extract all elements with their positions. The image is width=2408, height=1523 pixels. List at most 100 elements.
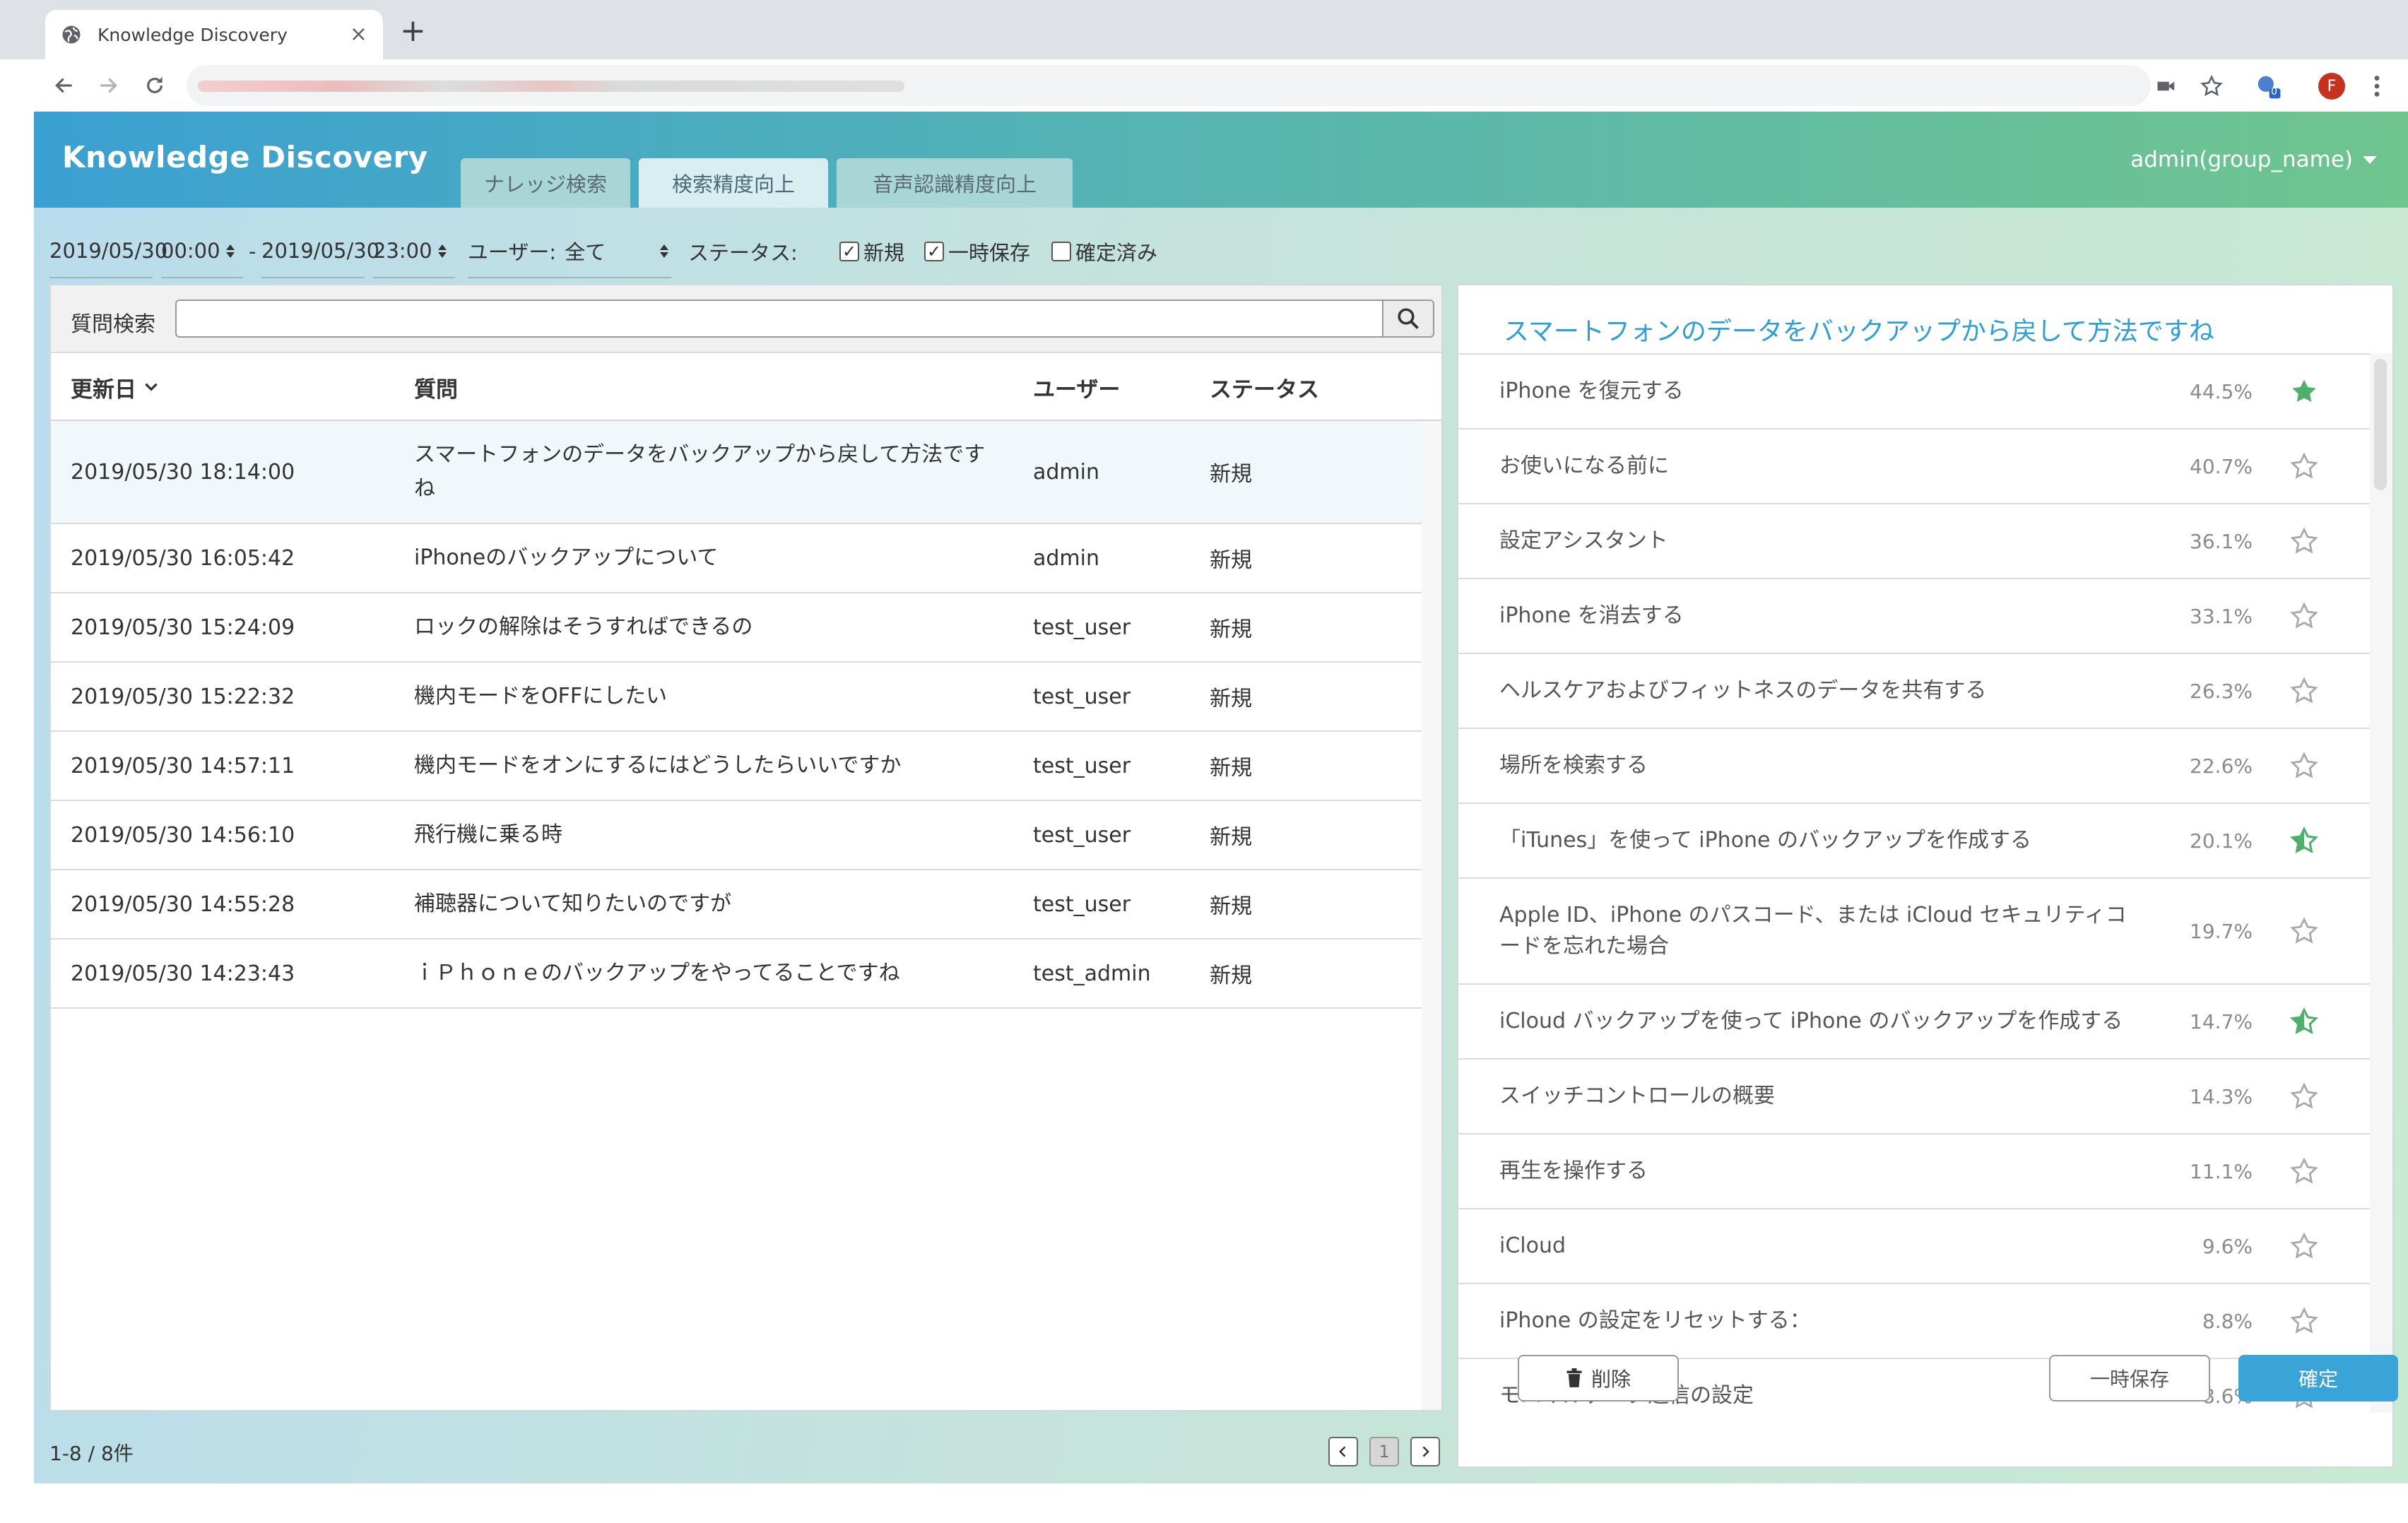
result-item[interactable]: お使いになる前に 40.7% [1458, 429, 2370, 504]
status-temp-checkbox[interactable]: ✓ 一時保存 [924, 225, 1030, 278]
table-row[interactable]: 2019/05/30 15:22:32 機内モードをOFFにしたい test_u… [51, 663, 1422, 732]
result-item[interactable]: 場所を検索する 22.6% [1458, 729, 2370, 804]
address-bar[interactable] [187, 65, 2151, 106]
row-user: test_user [1033, 891, 1131, 917]
chevron-left-icon [1339, 1446, 1346, 1457]
user-menu[interactable]: admin(group_name) [2130, 147, 2377, 172]
star-outline-icon[interactable] [2289, 729, 2319, 802]
end-time-field[interactable]: 23:00 [373, 225, 455, 278]
menu-dots-icon[interactable] [2363, 72, 2391, 100]
confirm-button[interactable]: 確定 [2238, 1355, 2398, 1401]
table-row[interactable]: 2019/05/30 14:23:43 ｉＰｈｏｎｅのバックアップをやってること… [51, 940, 1422, 1009]
result-item[interactable]: iPhone を復元する 44.5% [1458, 355, 2370, 429]
app-root: Knowledge Discovery ナレッジ検索 検索精度向上 音声認識精度… [34, 112, 2408, 1483]
extension-icon[interactable]: 0 [2254, 72, 2282, 100]
status-label: ステータス: [688, 241, 798, 265]
user-select[interactable]: ユーザー: 全て [468, 225, 671, 278]
search-button[interactable] [1382, 300, 1434, 338]
start-date-field[interactable]: 2019/05/30 [49, 225, 167, 278]
status-new-checkbox[interactable]: ✓ 新規 [839, 225, 904, 278]
close-tab-icon[interactable]: × [350, 24, 367, 45]
page-number-button[interactable]: 1 [1369, 1437, 1399, 1466]
result-item[interactable]: スイッチコントロールの概要 14.3% [1458, 1060, 2370, 1134]
table-row[interactable]: 2019/05/30 18:14:00 スマートフォンのデータをバックアップから… [51, 421, 1422, 524]
profile-button[interactable]: F [2318, 72, 2346, 100]
start-time-spinner-icon[interactable] [225, 244, 235, 258]
result-scrollbar-thumb[interactable] [2374, 359, 2387, 490]
new-tab-button[interactable]: + [400, 16, 426, 47]
checkbox-temp[interactable]: ✓ [924, 242, 944, 261]
star-half-icon[interactable] [2289, 804, 2319, 877]
star-outline-icon[interactable] [2289, 429, 2319, 503]
result-item[interactable]: 再生を操作する 11.1% [1458, 1134, 2370, 1209]
delete-button[interactable]: 削除 [1518, 1355, 1679, 1401]
result-label: 「iTunes」を使って iPhone のバックアップを作成する [1499, 828, 2032, 853]
star-outline-icon[interactable] [2289, 1209, 2319, 1283]
result-item[interactable]: 設定アシスタント 36.1% [1458, 504, 2370, 579]
result-item[interactable]: iPhone を消去する 33.1% [1458, 579, 2370, 654]
column-date[interactable]: 更新日 [71, 353, 160, 421]
star-filled-icon[interactable] [2289, 355, 2319, 428]
result-item[interactable]: ヘルスケアおよびフィットネスのデータを共有する 26.3% [1458, 654, 2370, 729]
result-item[interactable]: iCloud バックアップを使って iPhone のバックアップを作成する 14.… [1458, 985, 2370, 1060]
table-row[interactable]: 2019/05/30 14:57:11 機内モードをオンにするにはどうしたらいい… [51, 732, 1422, 801]
next-page-button[interactable] [1410, 1437, 1440, 1466]
start-time-field[interactable]: 00:00 [161, 225, 243, 278]
row-date: 2019/05/30 14:55:28 [71, 891, 295, 917]
result-label: ヘルスケアおよびフィットネスのデータを共有する [1499, 678, 1987, 703]
pager-count: 1-8 / 8件 [49, 1442, 134, 1465]
tab-voice-recognition[interactable]: 音声認識精度向上 [837, 158, 1073, 208]
result-item[interactable]: 「iTunes」を使って iPhone のバックアップを作成する 20.1% [1458, 804, 2370, 879]
forward-arrow-icon[interactable] [93, 71, 123, 100]
reload-icon[interactable] [140, 71, 170, 100]
star-outline-icon[interactable] [2289, 1060, 2319, 1133]
row-status: 新規 [1210, 756, 1252, 781]
table-row[interactable]: 2019/05/30 15:24:09 ロックの解除はそうすればできるの tes… [51, 593, 1422, 663]
star-outline-icon[interactable] [2289, 1284, 2319, 1358]
question-panel: 質問検索 更新日 質問 ユーザー ステータス 2019/05/30 18:14:… [49, 284, 1443, 1411]
result-item[interactable]: iPhone の設定をリセットする： 8.8% [1458, 1284, 2370, 1359]
star-outline-icon[interactable] [2289, 654, 2319, 728]
result-label: iPhone を消去する [1499, 603, 1684, 628]
star-outline-icon[interactable] [2289, 504, 2319, 578]
back-arrow-icon[interactable] [49, 71, 79, 100]
result-label: スイッチコントロールの概要 [1499, 1084, 1775, 1108]
result-score: 26.3% [2190, 679, 2253, 703]
end-date-field[interactable]: 2019/05/30 [261, 225, 379, 278]
question-scrollbar[interactable] [1422, 421, 1441, 1410]
result-label: iPhone の設定をリセットする： [1499, 1308, 1811, 1333]
camera-icon[interactable] [2152, 72, 2180, 100]
question-search-input[interactable] [175, 300, 1383, 338]
star-half-icon[interactable] [2289, 985, 2319, 1058]
question-search-row: 質問検索 [51, 285, 1441, 353]
checkbox-done[interactable] [1051, 242, 1071, 261]
column-question: 質問 [414, 377, 458, 403]
caret-down-icon [2363, 155, 2377, 164]
result-label: 設定アシスタント [1499, 528, 1668, 553]
result-list: iPhone を復元する 44.5% お使いになる前に 40.7% 設定アシスタント 36… [1458, 353, 2370, 1413]
status-done-checkbox[interactable]: 確定済み [1051, 225, 1157, 278]
star-outline-icon[interactable] [2289, 1134, 2319, 1208]
status-temp-label: 一時保存 [948, 241, 1031, 265]
user-select-value: 全て [565, 240, 606, 264]
temp-save-button[interactable]: 一時保存 [2049, 1355, 2210, 1401]
table-row[interactable]: 2019/05/30 14:55:28 補聴器について知りたいのですが test… [51, 870, 1422, 940]
sort-chevron-down-icon[interactable] [142, 378, 160, 396]
browser-tab[interactable]: Knowledge Discovery × [45, 10, 383, 59]
end-time-spinner-icon[interactable] [437, 244, 447, 258]
tab-search-accuracy[interactable]: 検索精度向上 [639, 158, 828, 208]
result-scrollbar[interactable] [2370, 353, 2392, 1413]
result-score: 19.7% [2190, 919, 2253, 943]
prev-page-button[interactable] [1328, 1437, 1358, 1466]
row-question: 機内モードをオンにするにはどうしたらいいですか [414, 753, 902, 778]
star-outline-icon[interactable] [2289, 579, 2319, 653]
bookmark-star-icon[interactable] [2197, 72, 2226, 100]
checkbox-new[interactable]: ✓ [839, 242, 859, 261]
result-item[interactable]: Apple ID、iPhone のパスコード、または iCloud セキュリティ… [1458, 879, 2370, 985]
table-row[interactable]: 2019/05/30 14:56:10 飛行機に乗る時 test_user 新規 [51, 801, 1422, 870]
result-item[interactable]: iCloud 9.6% [1458, 1209, 2370, 1284]
result-score: 36.1% [2190, 529, 2253, 553]
tab-knowledge-search[interactable]: ナレッジ検索 [461, 158, 630, 208]
star-outline-icon[interactable] [2289, 879, 2319, 983]
table-row[interactable]: 2019/05/30 16:05:42 iPhoneのバックアップについて ad… [51, 524, 1422, 593]
